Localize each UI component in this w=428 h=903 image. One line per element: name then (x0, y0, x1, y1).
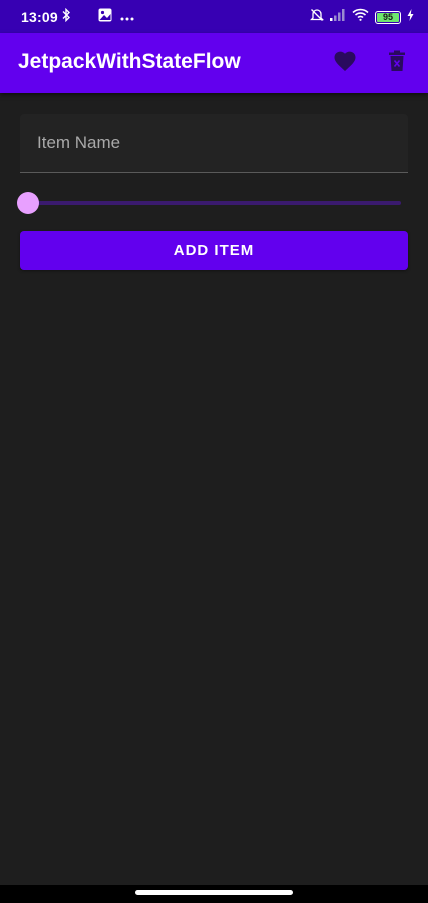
status-right-icons: 95 (309, 8, 414, 27)
status-bar: 13:09 95 (0, 0, 428, 33)
charging-icon (407, 8, 414, 26)
delete-button[interactable] (381, 47, 413, 79)
favorite-button[interactable] (329, 47, 361, 79)
item-name-field[interactable]: Item Name (20, 114, 408, 173)
slider-thumb[interactable] (17, 192, 39, 214)
signal-icon (330, 8, 346, 26)
wifi-icon (352, 8, 369, 26)
battery-level-text: 95 (382, 11, 393, 22)
bluetooth-icon (61, 7, 71, 27)
battery-icon: 95 (375, 10, 401, 24)
add-item-button-label: ADD ITEM (173, 242, 255, 259)
dnd-icon (309, 8, 325, 27)
status-time: 13:09 (21, 9, 58, 25)
add-item-button[interactable]: ADD ITEM (20, 231, 408, 270)
more-dots-icon (120, 8, 134, 26)
quantity-slider[interactable] (17, 190, 405, 216)
app-bar: JetpackWithStateFlow (0, 33, 428, 93)
item-name-label: Item Name (37, 133, 121, 152)
delete-icon (388, 50, 406, 77)
gallery-notification-icon (98, 8, 112, 27)
status-left-icons (61, 7, 134, 27)
slider-track[interactable] (28, 201, 401, 205)
gesture-handle[interactable] (135, 890, 293, 895)
app-title: JetpackWithStateFlow (18, 50, 241, 73)
favorite-icon (333, 50, 357, 77)
